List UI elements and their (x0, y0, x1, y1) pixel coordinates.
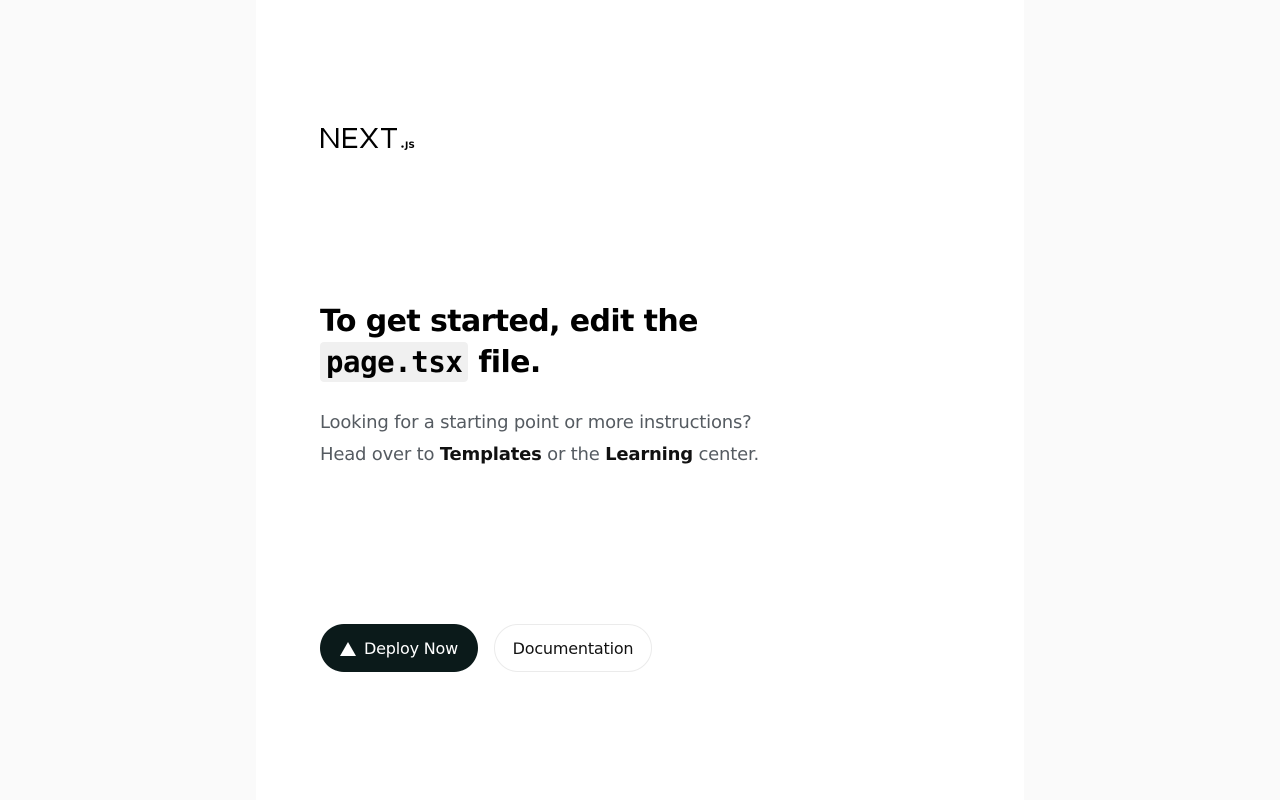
nextjs-logo-icon: JS (320, 126, 420, 150)
vercel-triangle-icon (340, 641, 357, 656)
deploy-now-button[interactable]: Deploy Now (320, 624, 478, 672)
intro-paragraph: Looking for a starting point or more ins… (320, 407, 780, 471)
learning-link[interactable]: Learning (605, 444, 693, 465)
svg-text:JS: JS (404, 141, 415, 150)
documentation-button[interactable]: Documentation (494, 624, 652, 672)
headline-text: To get started, edit the (320, 304, 699, 339)
documentation-label: Documentation (512, 638, 634, 658)
code-filename: page.tsx (320, 342, 469, 382)
page-headline: To get started, edit the page.tsx file. (320, 302, 780, 383)
main-panel: JS To get started, edit the page.tsx fil… (256, 0, 1024, 800)
intro-center: center. (692, 444, 760, 465)
intro-head-over: Head over to (320, 444, 440, 465)
intro-line-1: Looking for a starting point or more ins… (320, 412, 752, 433)
templates-link[interactable]: Templates (440, 444, 542, 465)
action-buttons: Deploy Now Documentation (320, 624, 652, 672)
headline-text-end: file. (468, 345, 541, 380)
deploy-now-label: Deploy Now (364, 638, 458, 658)
intro-or-the: or the (541, 444, 606, 465)
